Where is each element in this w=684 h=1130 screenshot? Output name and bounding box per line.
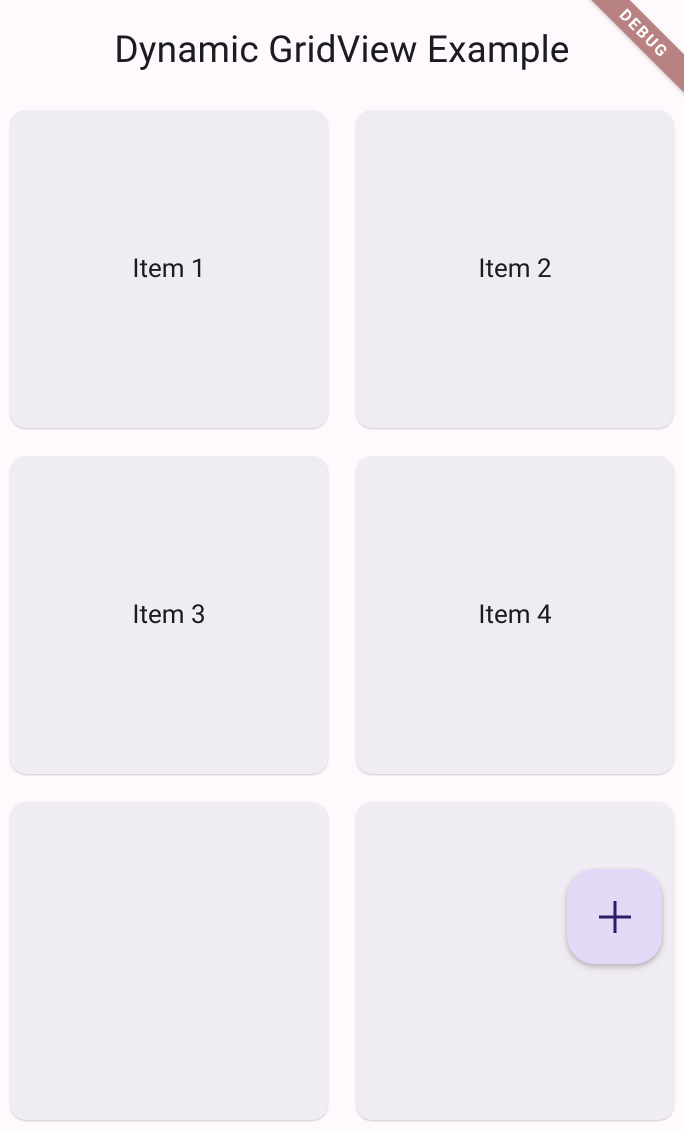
grid-view[interactable]: Item 1 Item 2 Item 3 Item 4: [0, 100, 684, 1130]
grid-item[interactable]: Item 3: [10, 456, 328, 774]
grid-item-label: Item 4: [478, 600, 551, 630]
grid-item-label: Item 2: [478, 254, 551, 284]
page-title: Dynamic GridView Example: [114, 29, 569, 72]
grid-item-label: Item 1: [132, 254, 205, 284]
grid-item[interactable]: [10, 802, 328, 1120]
grid-item-label: Item 3: [132, 600, 205, 630]
add-button[interactable]: [567, 869, 662, 964]
grid-item[interactable]: Item 4: [356, 456, 674, 774]
grid-item[interactable]: Item 1: [10, 110, 328, 428]
grid-item[interactable]: Item 2: [356, 110, 674, 428]
appbar: Dynamic GridView Example: [0, 0, 684, 100]
plus-icon: [595, 897, 635, 937]
